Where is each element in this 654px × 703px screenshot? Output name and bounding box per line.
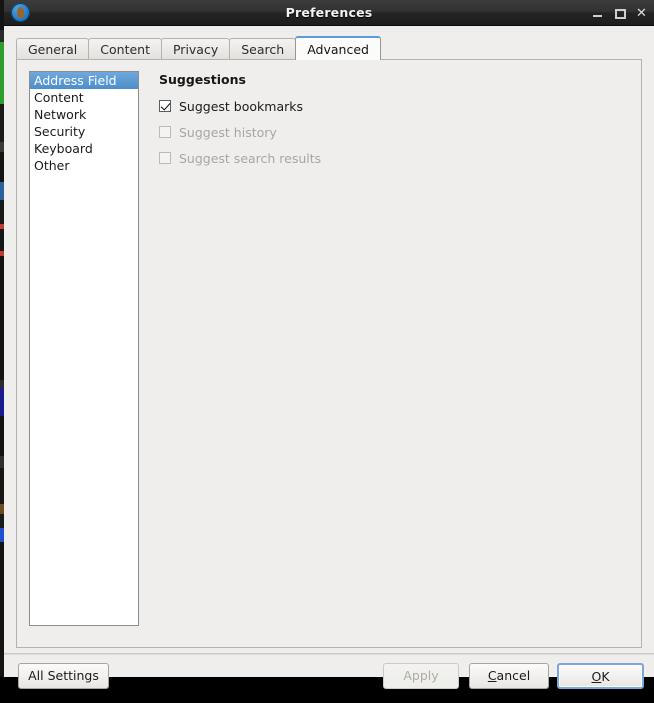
dialog-body: General Content Privacy Search Advanced … [4, 26, 654, 689]
advanced-tab-panel: Address Field Content Network Security K… [16, 59, 642, 648]
title-bar: Preferences ✕ [4, 0, 654, 26]
tab-general[interactable]: General [16, 38, 90, 60]
cancel-button[interactable]: Cancel [469, 663, 549, 689]
cancel-label-rest: ancel [496, 668, 531, 683]
tab-privacy[interactable]: Privacy [160, 38, 231, 60]
tab-search[interactable]: Search [229, 38, 297, 60]
settings-pane: Suggestions Suggest bookmarks Suggest hi… [157, 72, 627, 173]
category-list[interactable]: Address Field Content Network Security K… [29, 71, 139, 626]
dialog-footer: All Settings Apply Cancel OK [4, 658, 654, 703]
sidebar-item-keyboard[interactable]: Keyboard [30, 140, 138, 157]
window-controls: ✕ [592, 0, 647, 26]
preferences-window: Preferences ✕ General Content Privacy Se… [4, 0, 654, 689]
sidebar-item-network[interactable]: Network [30, 106, 138, 123]
minimize-icon[interactable] [592, 8, 603, 19]
checkbox-label-suggest-history: Suggest history [179, 124, 277, 140]
suggestions-group-title: Suggestions [159, 72, 246, 87]
sidebar-item-other[interactable]: Other [30, 157, 138, 174]
checkbox-row-suggest-bookmarks[interactable]: Suggest bookmarks [157, 95, 627, 117]
tab-bar: General Content Privacy Search Advanced [16, 36, 642, 60]
checkbox-label-suggest-bookmarks: Suggest bookmarks [179, 98, 303, 114]
checkbox-label-suggest-search-results: Suggest search results [179, 150, 322, 166]
sidebar-item-security[interactable]: Security [30, 123, 138, 140]
checkbox-row-suggest-search-results: Suggest search results [157, 147, 627, 169]
checkbox-row-suggest-history: Suggest history [157, 121, 627, 143]
close-icon[interactable]: ✕ [636, 7, 647, 20]
checkbox-suggest-bookmarks[interactable] [159, 100, 171, 112]
ok-button[interactable]: OK [557, 663, 644, 689]
cancel-mnemonic: C [487, 668, 497, 683]
footer-separator [4, 653, 654, 655]
checkbox-suggest-history [159, 126, 171, 138]
sidebar-item-content[interactable]: Content [30, 89, 138, 106]
maximize-icon[interactable] [614, 8, 626, 19]
window-title: Preferences [285, 5, 373, 20]
apply-button[interactable]: Apply [383, 663, 459, 689]
checkbox-suggest-search-results [159, 152, 171, 164]
tab-content[interactable]: Content [88, 38, 162, 60]
tab-advanced[interactable]: Advanced [295, 36, 381, 60]
all-settings-button[interactable]: All Settings [18, 663, 109, 689]
sidebar-item-address-field[interactable]: Address Field [30, 72, 138, 89]
